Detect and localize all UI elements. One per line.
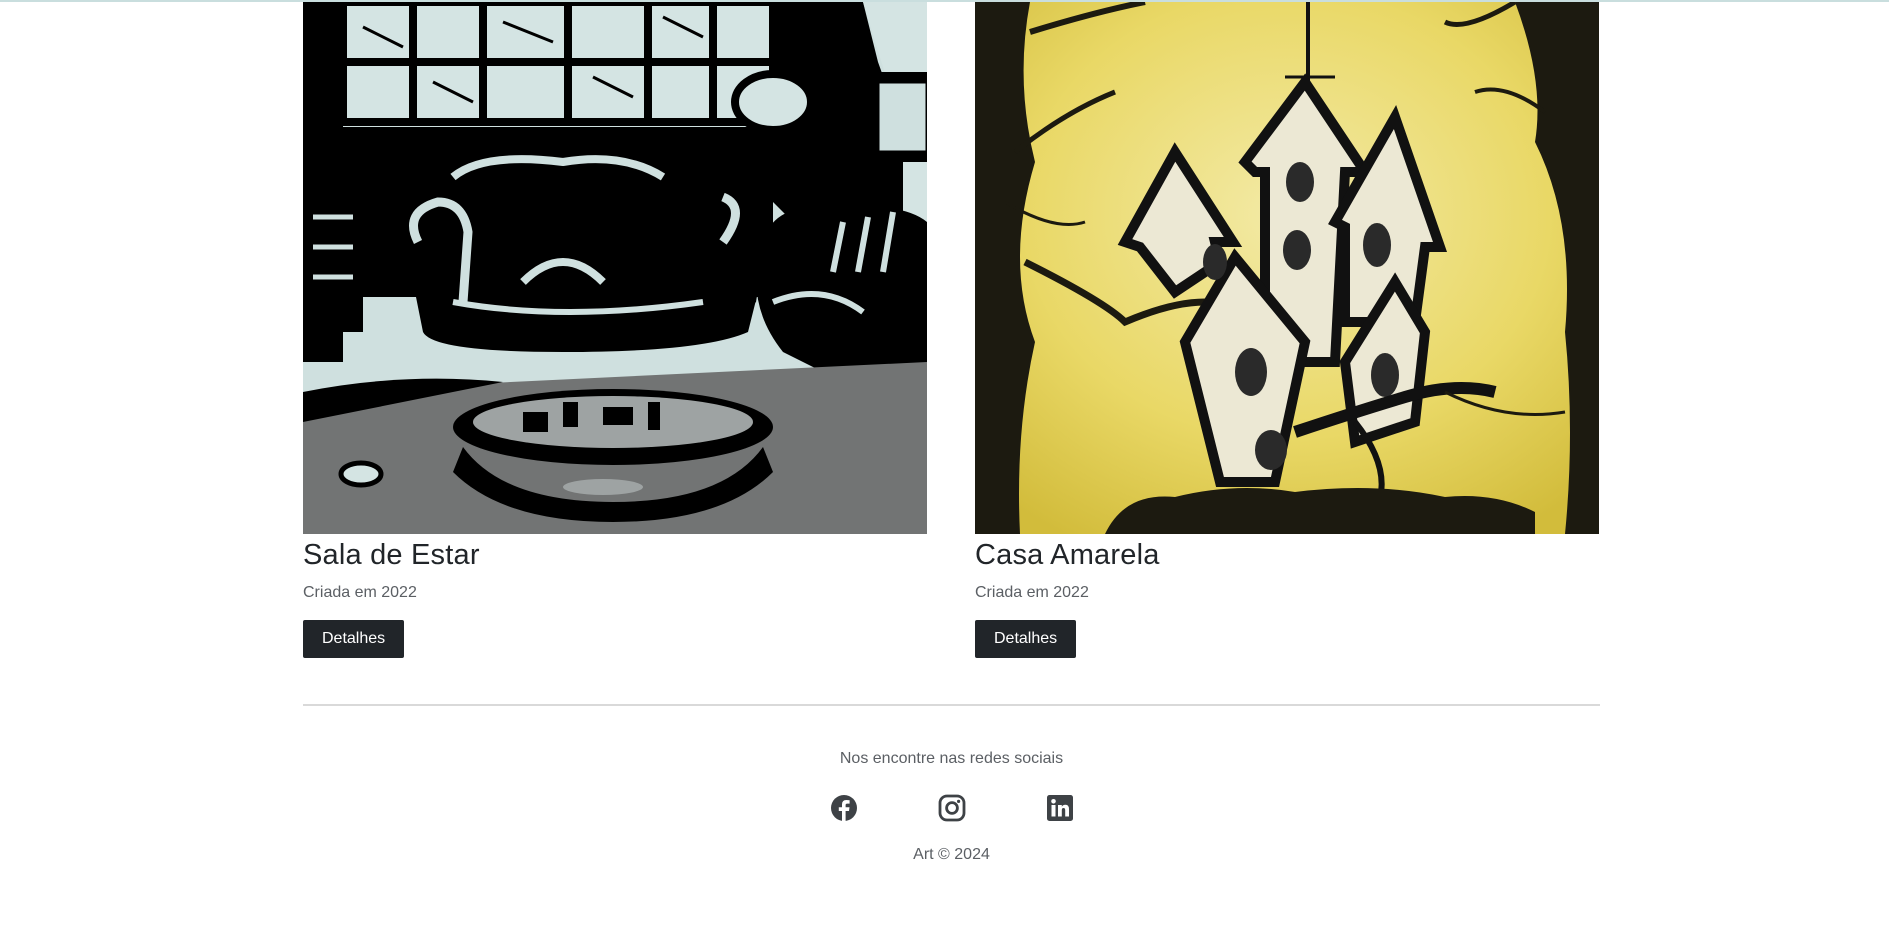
footer: Nos encontre nas redes sociais Art © 202…	[303, 750, 1600, 864]
card-subtitle: Criada em 2022	[303, 583, 417, 601]
card-title: Sala de Estar	[303, 539, 480, 571]
details-button[interactable]: Detalhes	[975, 619, 1077, 658]
main-container: Sala de Estar Criada em 2022 Detalhes Ca…	[303, 2, 1600, 863]
social-links	[303, 794, 1600, 822]
divider	[303, 704, 1600, 706]
footer-text: Nos encontre nas redes sociais	[839, 750, 1064, 767]
card-title: Casa Amarela	[975, 539, 1160, 571]
card-subtitle: Criada em 2022	[975, 583, 1089, 601]
living-room-image	[303, 2, 927, 534]
linkedin-icon[interactable]	[1046, 794, 1074, 822]
instagram-icon[interactable]	[938, 794, 966, 822]
details-button[interactable]: Detalhes	[303, 619, 405, 658]
copyright-text: Art © 2024	[913, 846, 990, 863]
artwork-card: Sala de Estar Criada em 2022 Detalhes	[303, 2, 927, 658]
artwork-card: Casa Amarela Criada em 2022 Detalhes	[975, 2, 1599, 658]
facebook-icon[interactable]	[830, 794, 858, 822]
yellow-house-image	[975, 2, 1599, 534]
card-grid: Sala de Estar Criada em 2022 Detalhes Ca…	[303, 2, 1600, 658]
